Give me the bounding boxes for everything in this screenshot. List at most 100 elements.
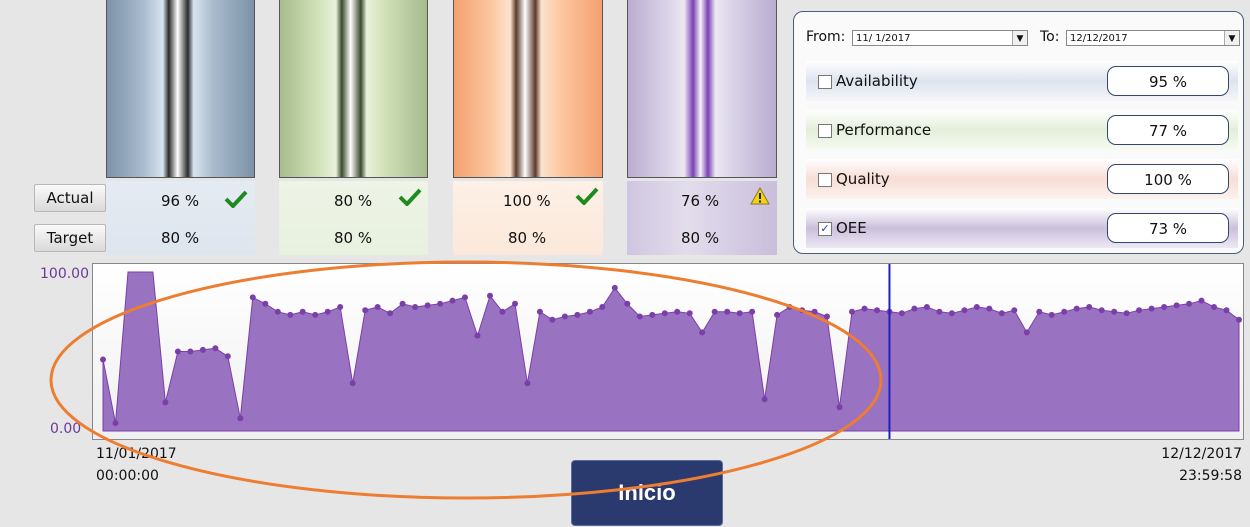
data-point	[636, 313, 643, 320]
data-point	[986, 305, 993, 312]
oee-target: 80 %	[681, 229, 720, 247]
data-point	[312, 311, 319, 318]
inicio-button[interactable]: Inicio	[571, 460, 723, 526]
data-point	[749, 308, 756, 315]
data-point	[786, 304, 793, 310]
data-point	[349, 380, 356, 387]
performance-actual: 80 %	[334, 192, 373, 210]
data-point	[199, 346, 206, 353]
data-point	[1098, 307, 1105, 314]
to-label: To:	[1040, 29, 1060, 45]
quality-value: 100 %	[1107, 164, 1229, 194]
y-min-label: 0.00	[50, 421, 82, 437]
data-point	[799, 307, 806, 314]
data-point	[499, 308, 506, 315]
target-row-label: Target	[34, 224, 106, 252]
oee-actual: 76 %	[681, 192, 720, 210]
data-point	[324, 308, 331, 315]
data-point	[1148, 305, 1155, 312]
data-point	[923, 304, 930, 310]
chevron-down-icon[interactable]: ▼	[1224, 31, 1239, 45]
quality-label: Quality	[836, 170, 890, 188]
data-point	[824, 313, 830, 320]
actual-row-label: Actual	[34, 184, 106, 212]
data-point	[524, 380, 531, 387]
availability-actual: 96 %	[161, 192, 200, 210]
oee-area-series	[102, 271, 1240, 432]
data-point	[1036, 308, 1043, 315]
data-point	[187, 348, 194, 355]
data-point	[449, 297, 456, 304]
data-point	[1136, 307, 1143, 314]
to-date-value: 12/12/2017	[1070, 33, 1128, 44]
data-point	[911, 305, 918, 312]
data-point	[1123, 310, 1130, 317]
availability-value: 95 %	[1107, 66, 1229, 96]
data-point	[948, 310, 955, 317]
data-point	[1073, 305, 1080, 312]
data-point	[287, 311, 294, 318]
data-point	[761, 396, 768, 403]
check-icon	[398, 188, 422, 206]
performance-checkbox[interactable]	[818, 124, 832, 138]
data-point	[861, 305, 868, 312]
data-point	[1161, 304, 1168, 310]
data-point	[299, 308, 306, 315]
chevron-down-icon[interactable]: ▼	[1012, 31, 1027, 45]
data-point	[237, 415, 244, 422]
from-date-select[interactable]: 11/ 1/2017 ▼	[852, 30, 1028, 46]
from-label: From:	[806, 29, 846, 45]
availability-gauge	[106, 0, 255, 178]
data-point	[549, 316, 556, 323]
data-point	[874, 307, 880, 314]
data-point	[898, 310, 905, 317]
quality-gauge	[453, 0, 603, 178]
check-icon	[575, 187, 599, 205]
data-point	[1223, 307, 1230, 314]
to-date-select[interactable]: 12/12/2017 ▼	[1066, 30, 1240, 46]
from-date-value: 11/ 1/2017	[856, 33, 911, 44]
x-end-time: 23:59:58	[1179, 468, 1242, 484]
data-point	[424, 302, 431, 309]
data-point	[1048, 311, 1055, 318]
oee-gauge	[627, 0, 777, 178]
data-point	[1061, 308, 1068, 315]
data-point	[561, 313, 568, 320]
data-point	[661, 310, 668, 317]
oee-label: OEE	[836, 219, 867, 237]
warning-icon	[750, 187, 770, 205]
oee-trend-chart[interactable]	[92, 263, 1244, 440]
data-point	[337, 304, 344, 310]
y-max-label: 100.00	[40, 266, 89, 282]
data-point	[574, 311, 581, 318]
data-point	[387, 310, 394, 317]
data-point	[811, 308, 818, 315]
data-point	[1236, 316, 1242, 323]
data-point	[262, 300, 269, 307]
oee-checkbox[interactable]: ✓	[818, 222, 832, 236]
performance-label: Performance	[836, 121, 932, 139]
data-point	[100, 356, 106, 363]
data-point	[487, 292, 493, 299]
oee-value: 73 %	[1107, 213, 1229, 243]
data-point	[599, 304, 606, 310]
data-point	[674, 308, 681, 315]
data-point	[699, 329, 706, 336]
data-point	[998, 310, 1005, 317]
data-point	[274, 308, 281, 315]
data-point	[1198, 297, 1205, 304]
data-point	[174, 348, 181, 355]
data-point	[936, 308, 943, 315]
check-icon	[224, 190, 248, 208]
data-point	[162, 399, 169, 406]
availability-checkbox[interactable]	[818, 75, 832, 89]
quality-checkbox[interactable]	[818, 173, 832, 187]
data-point	[611, 284, 618, 291]
chart-plot-area	[100, 264, 1242, 439]
data-point	[736, 310, 743, 317]
data-point	[1023, 329, 1030, 336]
data-point	[212, 345, 219, 352]
performance-gauge	[279, 0, 428, 178]
data-point	[437, 300, 444, 307]
data-point	[512, 300, 518, 307]
